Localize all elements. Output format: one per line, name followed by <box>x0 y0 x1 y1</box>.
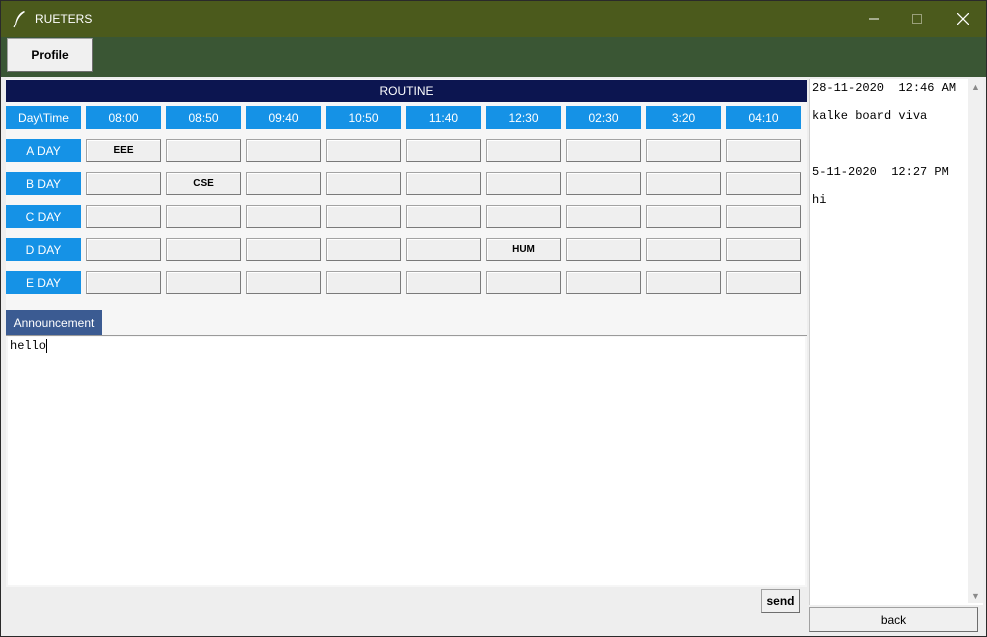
feed-item-message: kalke board viva <box>812 109 928 123</box>
scroll-down-icon[interactable]: ▼ <box>968 588 983 603</box>
time-header: 11:40 <box>406 106 481 129</box>
routine-slot-button[interactable] <box>486 139 561 162</box>
routine-slot-button[interactable] <box>86 238 161 261</box>
routine-slot-button[interactable] <box>566 172 641 195</box>
routine-slot-button[interactable] <box>166 238 241 261</box>
routine-slot-button[interactable] <box>486 205 561 228</box>
time-header: 09:40 <box>246 106 321 129</box>
routine-slot-button[interactable] <box>726 271 801 294</box>
routine-slot-button[interactable] <box>646 139 721 162</box>
routine-slot-button[interactable]: HUM <box>486 238 561 261</box>
routine-slot-button[interactable] <box>406 205 481 228</box>
minimize-icon <box>869 14 879 24</box>
routine-title: ROUTINE <box>6 80 807 102</box>
title-bar[interactable]: RUETERS <box>1 1 986 37</box>
minimize-button[interactable] <box>851 1 897 37</box>
routine-slot-button[interactable]: CSE <box>166 172 241 195</box>
day-label: D DAY <box>6 238 81 261</box>
routine-slot-button[interactable] <box>726 205 801 228</box>
routine-slot-button[interactable] <box>406 238 481 261</box>
feed-item-message: hi <box>812 193 827 207</box>
routine-slot-button[interactable] <box>326 139 401 162</box>
maximize-icon <box>912 14 922 24</box>
routine-slot-button[interactable] <box>646 271 721 294</box>
announcement-textarea[interactable]: hello <box>8 337 805 585</box>
day-label: B DAY <box>6 172 81 195</box>
text-caret <box>46 339 48 353</box>
routine-slot-button[interactable] <box>86 271 161 294</box>
routine-slot-button[interactable] <box>566 139 641 162</box>
routine-slot-button[interactable] <box>86 172 161 195</box>
divider <box>6 335 807 336</box>
top-toolbar: Profile <box>1 37 986 77</box>
app-window: RUETERS Profile ROUTINE Day\Time 08:00 08… <box>0 0 987 637</box>
routine-slot-button[interactable] <box>566 271 641 294</box>
time-header: 08:00 <box>86 106 161 129</box>
feed-item-datetime: 28-11-2020 12:46 AM <box>812 81 957 95</box>
day-label: A DAY <box>6 139 81 162</box>
routine-slot-button[interactable] <box>326 238 401 261</box>
routine-slot-button[interactable] <box>566 238 641 261</box>
routine-slot-button[interactable] <box>166 139 241 162</box>
day-time-corner-label: Day\Time <box>6 106 81 129</box>
routine-slot-button[interactable] <box>726 238 801 261</box>
routine-slot-button[interactable] <box>486 271 561 294</box>
routine-slot-button[interactable] <box>566 205 641 228</box>
routine-slot-button[interactable] <box>646 205 721 228</box>
routine-slot-button[interactable] <box>726 172 801 195</box>
announcement-text: hello <box>10 339 47 354</box>
routine-slot-button[interactable] <box>326 205 401 228</box>
profile-button[interactable]: Profile <box>7 38 93 72</box>
time-header: 04:10 <box>726 106 801 129</box>
time-header: 10:50 <box>326 106 401 129</box>
routine-slot-button[interactable] <box>246 238 321 261</box>
feed-scrollbar[interactable]: ▲ ▼ <box>968 79 983 603</box>
day-label: C DAY <box>6 205 81 228</box>
routine-slot-button[interactable] <box>86 205 161 228</box>
routine-slot-button[interactable] <box>646 172 721 195</box>
routine-slot-button[interactable] <box>726 139 801 162</box>
main-panel: ROUTINE Day\Time 08:00 08:50 09:40 10:50 11:… <box>6 79 807 587</box>
routine-slot-button[interactable] <box>406 172 481 195</box>
time-header: 12:30 <box>486 106 561 129</box>
send-button[interactable]: send <box>761 589 800 613</box>
routine-slot-button[interactable] <box>646 238 721 261</box>
routine-slot-button[interactable] <box>246 172 321 195</box>
routine-slot-button[interactable] <box>486 172 561 195</box>
routine-slot-button[interactable]: EEE <box>86 139 161 162</box>
routine-slot-button[interactable] <box>246 139 321 162</box>
feed-item: 28-11-2020 12:46 AM kalke board viva <box>812 81 967 123</box>
time-header: 08:50 <box>166 106 241 129</box>
routine-slot-button[interactable] <box>406 271 481 294</box>
scroll-up-icon[interactable]: ▲ <box>968 79 983 94</box>
routine-slot-button[interactable] <box>406 139 481 162</box>
time-header: 3:20 <box>646 106 721 129</box>
time-header: 02:30 <box>566 106 641 129</box>
feather-icon <box>13 10 27 28</box>
close-button[interactable] <box>940 1 986 37</box>
feed-item: 5-11-2020 12:27 PM hi <box>812 165 967 207</box>
window-title: RUETERS <box>35 12 93 26</box>
close-icon <box>957 13 969 25</box>
routine-slot-button[interactable] <box>326 172 401 195</box>
announcement-feed-panel[interactable]: 28-11-2020 12:46 AM kalke board viva 5-1… <box>809 79 983 605</box>
tab-announcement[interactable]: Announcement <box>6 310 102 335</box>
routine-slot-button[interactable] <box>246 271 321 294</box>
routine-slot-button[interactable] <box>246 205 321 228</box>
announcement-feed: 28-11-2020 12:46 AM kalke board viva 5-1… <box>812 81 967 601</box>
routine-slot-button[interactable] <box>166 271 241 294</box>
routine-slot-button[interactable] <box>326 271 401 294</box>
routine-slot-button[interactable] <box>166 205 241 228</box>
maximize-button[interactable] <box>894 1 940 37</box>
back-button[interactable]: back <box>809 607 978 632</box>
day-label: E DAY <box>6 271 81 294</box>
feed-item-datetime: 5-11-2020 12:27 PM <box>812 165 949 179</box>
